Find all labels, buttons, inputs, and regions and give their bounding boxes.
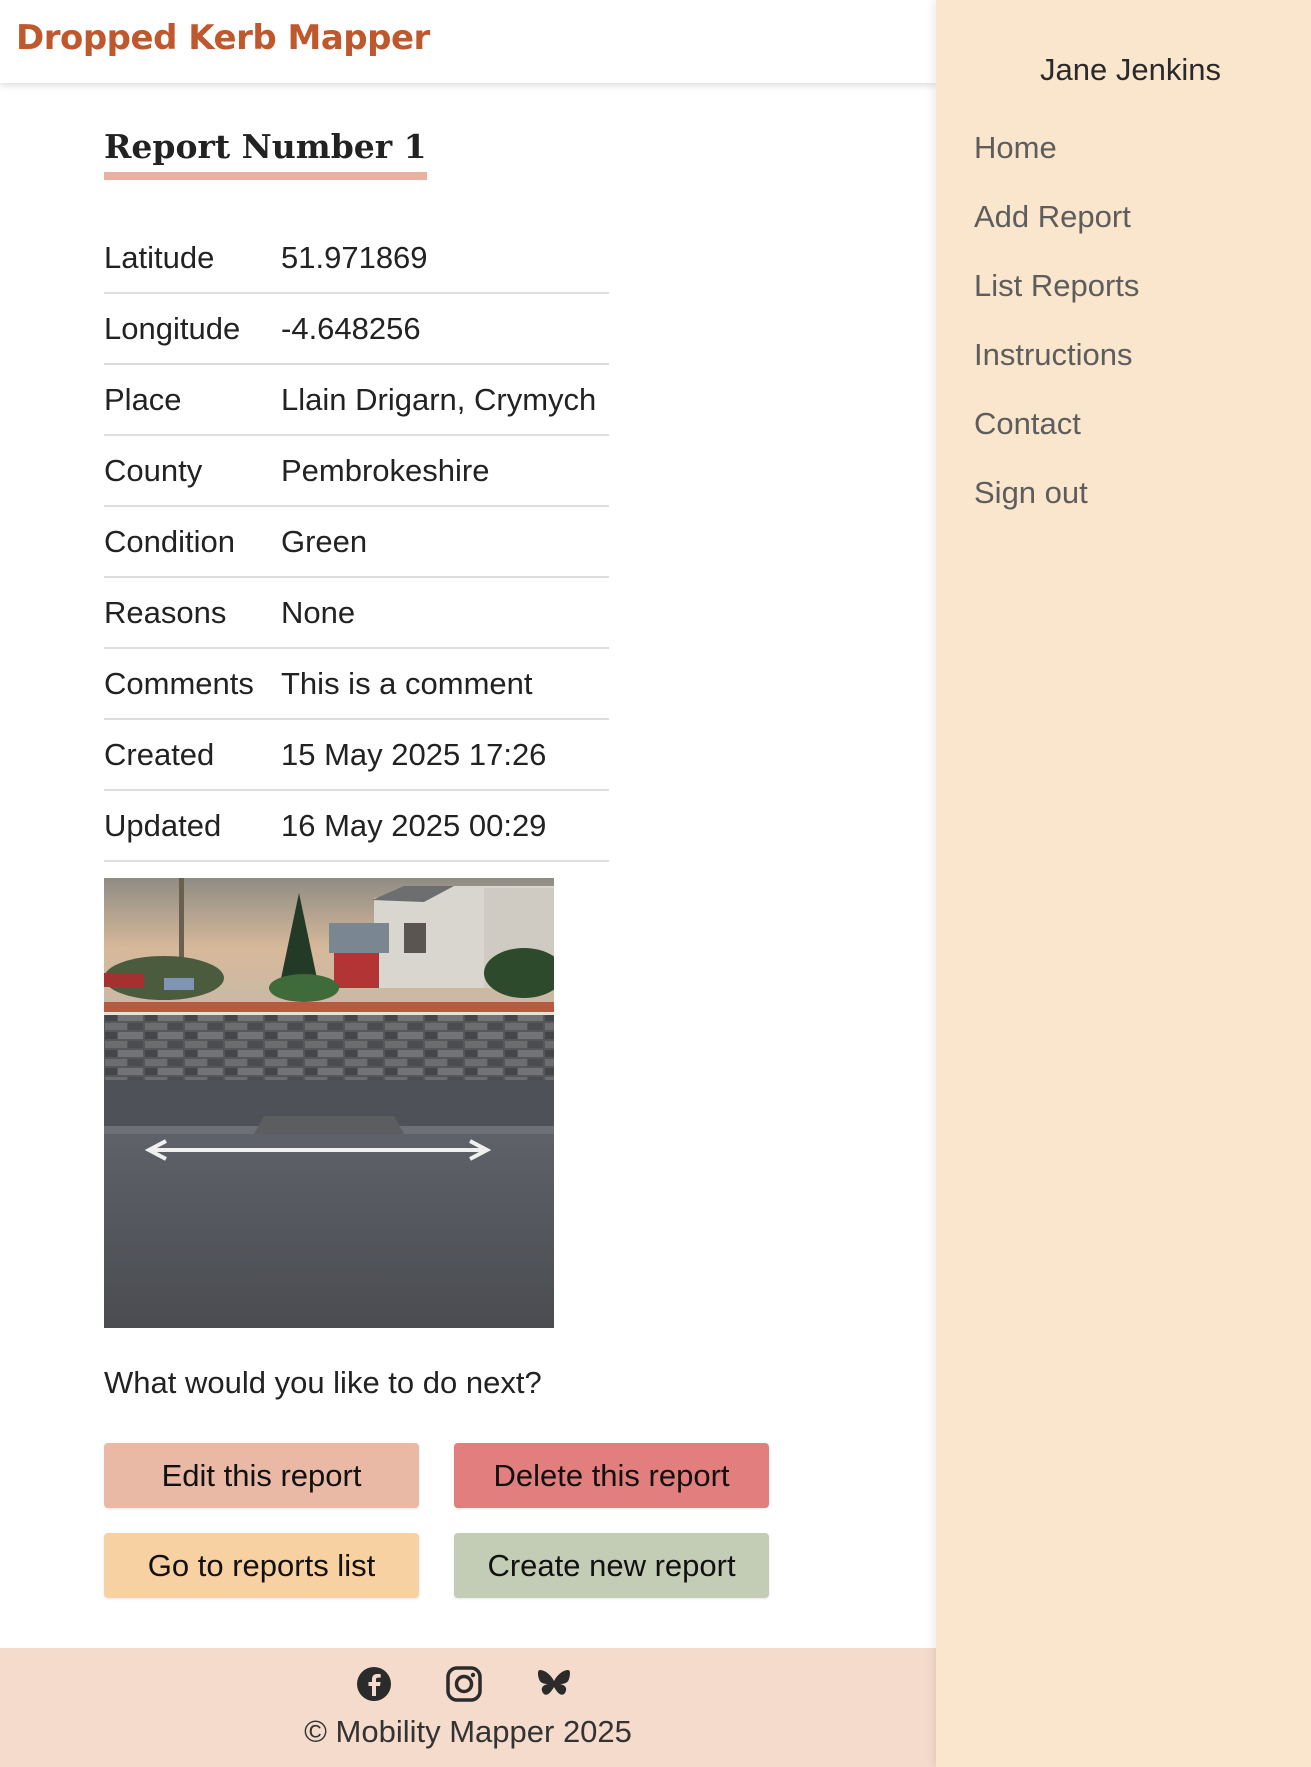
detail-label: Place [104,364,281,436]
detail-row-longitude: Longitude -4.648256 [104,293,609,365]
sidebar-item-instructions: Instructions [974,337,1139,406]
detail-label: Latitude [104,223,281,294]
sidebar: Jane Jenkins Home Add Report List Report… [936,0,1311,1767]
detail-value: Llain Drigarn, Crymych [281,364,609,436]
page-footer: © Mobility Mapper 2025 [0,1648,936,1767]
copyright-text: © Mobility Mapper 2025 [304,1714,632,1749]
sidebar-item-contact: Contact [974,406,1139,475]
create-report-button[interactable]: Create new report [454,1533,769,1598]
detail-value: 16 May 2025 00:29 [281,790,609,862]
nav-link-list-reports[interactable]: List Reports [974,268,1139,304]
detail-value: 51.971869 [281,223,609,294]
detail-row-county: County Pembrokeshire [104,435,609,507]
detail-label: County [104,435,281,507]
site-logo-link[interactable]: Dropped Kerb Mapper [16,18,430,58]
sidebar-item-list-reports: List Reports [974,268,1139,337]
detail-value: None [281,577,609,649]
nav-link-contact[interactable]: Contact [974,406,1081,442]
sidebar-item-add-report: Add Report [974,199,1139,268]
report-photo [104,878,554,1328]
bluesky-icon[interactable] [536,1666,572,1702]
report-details-table: Latitude 51.971869 Longitude -4.648256 P… [104,223,609,862]
detail-label: Created [104,719,281,791]
page-title: Report Number 1 [104,127,427,180]
detail-label: Updated [104,790,281,862]
next-action-prompt: What would you like to do next? [104,1365,542,1400]
detail-label: Longitude [104,293,281,365]
detail-row-condition: Condition Green [104,506,609,578]
detail-value: -4.648256 [281,293,609,365]
detail-row-reasons: Reasons None [104,577,609,649]
delete-report-button[interactable]: Delete this report [454,1443,769,1508]
sidebar-item-sign-out: Sign out [974,475,1139,544]
instagram-icon[interactable] [446,1666,482,1702]
detail-row-comments: Comments This is a comment [104,648,609,720]
reports-list-button[interactable]: Go to reports list [104,1533,419,1598]
nav-link-sign-out[interactable]: Sign out [974,475,1088,511]
user-name: Jane Jenkins [1040,52,1221,87]
detail-value: Green [281,506,609,578]
top-header: Dropped Kerb Mapper [0,0,936,83]
social-links [356,1666,572,1702]
detail-row-updated: Updated 16 May 2025 00:29 [104,790,609,862]
sidebar-item-home: Home [974,130,1139,199]
nav-link-home[interactable]: Home [974,130,1057,166]
app-root: Dropped Kerb Mapper Report Number 1 Lati… [0,0,1311,1767]
detail-label: Comments [104,648,281,720]
detail-label: Reasons [104,577,281,649]
nav-link-instructions[interactable]: Instructions [974,337,1133,373]
detail-value: Pembrokeshire [281,435,609,507]
nav-link-add-report[interactable]: Add Report [974,199,1131,235]
detail-row-latitude: Latitude 51.971869 [104,223,609,294]
edit-report-button[interactable]: Edit this report [104,1443,419,1508]
detail-value: 15 May 2025 17:26 [281,719,609,791]
sidebar-nav: Home Add Report List Reports Instruction… [974,130,1139,544]
detail-label: Condition [104,506,281,578]
detail-value: This is a comment [281,648,609,720]
facebook-icon[interactable] [356,1666,392,1702]
detail-row-created: Created 15 May 2025 17:26 [104,719,609,791]
detail-row-place: Place Llain Drigarn, Crymych [104,364,609,436]
